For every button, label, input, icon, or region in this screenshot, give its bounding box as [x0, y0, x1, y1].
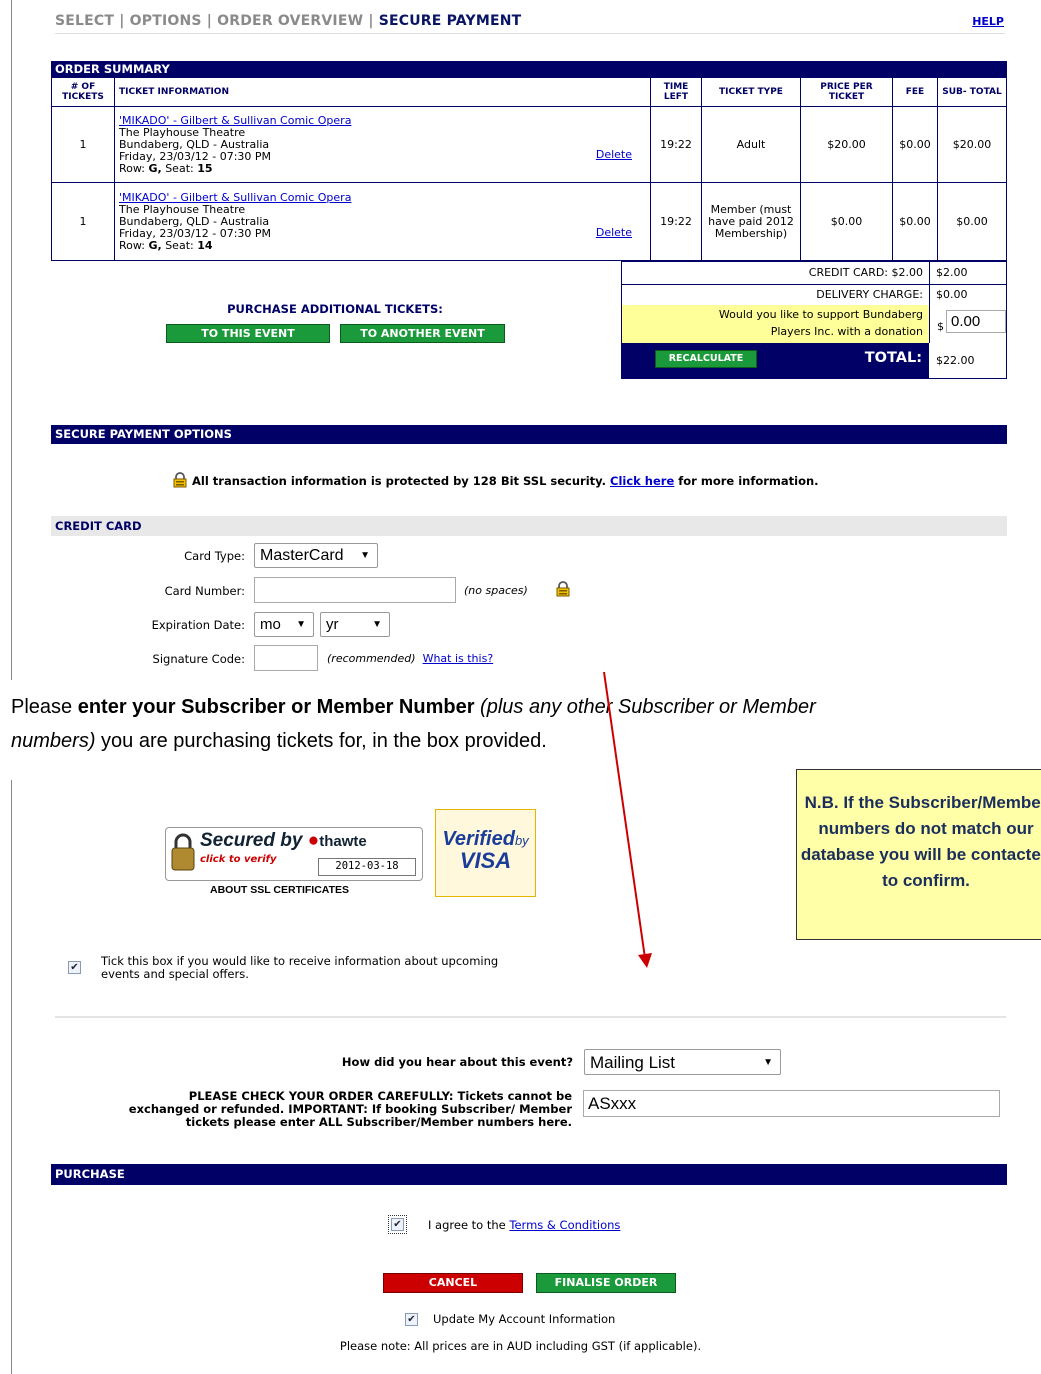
arrow-head: [638, 953, 652, 968]
annotation-arrow: [603, 671, 652, 968]
arrow-line: [603, 671, 646, 959]
